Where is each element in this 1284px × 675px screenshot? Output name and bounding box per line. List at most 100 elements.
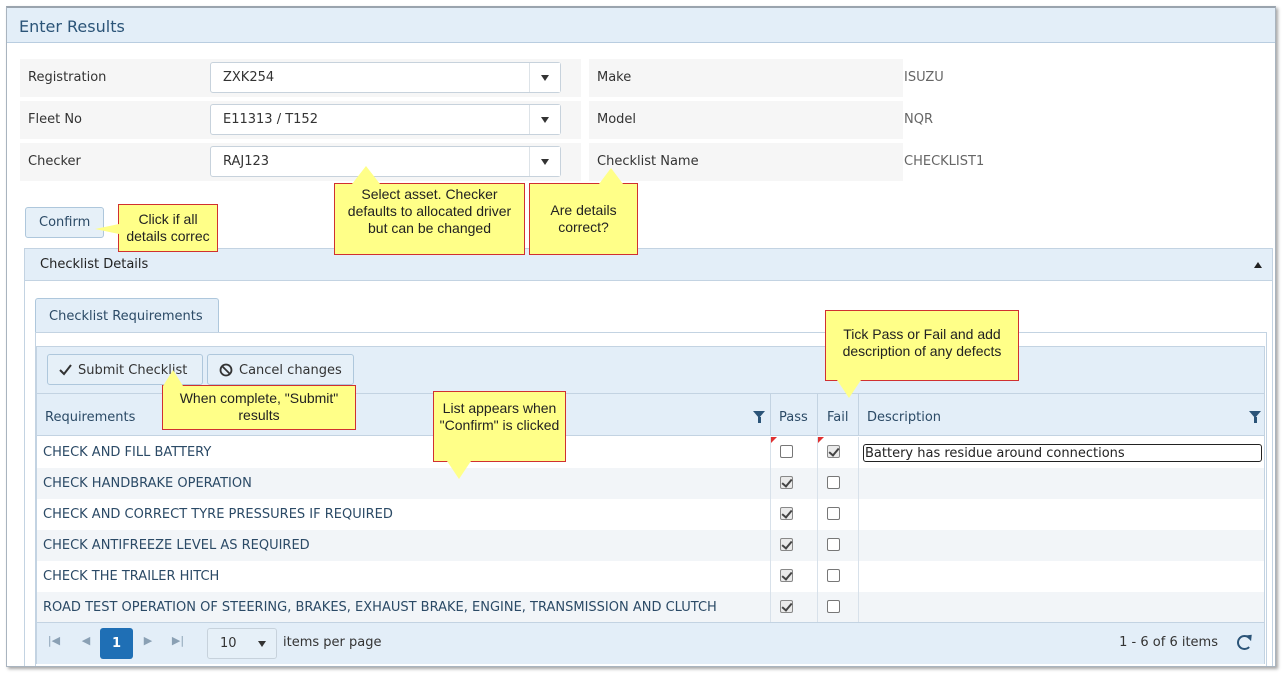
callout-tail bbox=[599, 168, 623, 184]
fail-checkbox[interactable] bbox=[827, 538, 840, 551]
checklist-name-row: Checklist Name bbox=[589, 143, 903, 181]
dirty-marker bbox=[818, 437, 824, 443]
current-page-button[interactable]: 1 bbox=[100, 628, 133, 659]
fleet-no-combobox[interactable]: E11313 / T152 bbox=[210, 104, 561, 135]
model-value: NQR bbox=[904, 112, 933, 127]
description-cell[interactable] bbox=[858, 530, 1264, 561]
description-cell[interactable]: Battery has residue around connections bbox=[858, 437, 1264, 468]
requirement-text: CHECK ANTIFREEZE LEVEL AS REQUIRED bbox=[43, 538, 310, 553]
fleet-no-label: Fleet No bbox=[28, 112, 82, 127]
filter-icon[interactable] bbox=[753, 411, 765, 423]
table-row[interactable]: CHECK AND CORRECT TYRE PRESSURES IF REQU… bbox=[37, 499, 1264, 530]
pass-checkbox[interactable] bbox=[780, 569, 793, 582]
callout-select-asset: Select asset. Checker defaults to alloca… bbox=[334, 183, 525, 255]
title-bar: Enter Results bbox=[7, 8, 1275, 43]
column-requirements[interactable]: Requirements bbox=[37, 394, 771, 436]
table-row[interactable]: CHECK HANDBRAKE OPERATION bbox=[37, 468, 1264, 499]
page-size-value: 10 bbox=[220, 636, 237, 651]
callout-details: Are details correct? bbox=[529, 183, 638, 255]
requirement-text: CHECK AND FILL BATTERY bbox=[43, 445, 212, 460]
requirement-text: CHECK THE TRAILER HITCH bbox=[43, 569, 220, 584]
requirement-cell: CHECK ANTIFREEZE LEVEL AS REQUIRED bbox=[37, 530, 771, 561]
chevron-down-icon[interactable] bbox=[529, 105, 560, 134]
pass-checkbox[interactable] bbox=[780, 538, 793, 551]
requirement-cell: CHECK AND CORRECT TYRE PRESSURES IF REQU… bbox=[37, 499, 771, 530]
registration-label: Registration bbox=[28, 70, 107, 85]
pass-cell bbox=[771, 592, 818, 623]
fail-checkbox[interactable] bbox=[827, 600, 840, 613]
requirement-cell: ROAD TEST OPERATION OF STEERING, BRAKES,… bbox=[37, 592, 771, 623]
requirement-cell: CHECK THE TRAILER HITCH bbox=[37, 561, 771, 592]
make-value: ISUZU bbox=[904, 70, 944, 85]
first-page-icon[interactable]: |◀ bbox=[45, 634, 63, 647]
tab-content: Submit Checklist Cancel changes Requirem… bbox=[35, 332, 1267, 666]
dirty-marker bbox=[771, 437, 777, 443]
table-row[interactable]: CHECK AND FILL BATTERY Battery has residu… bbox=[37, 437, 1264, 468]
fail-checkbox[interactable] bbox=[827, 445, 840, 458]
confirm-button-label: Confirm bbox=[39, 215, 91, 230]
pass-cell bbox=[771, 499, 818, 530]
fail-cell bbox=[818, 499, 858, 530]
collapse-caret-icon[interactable] bbox=[1254, 262, 1262, 268]
pass-cell bbox=[771, 530, 818, 561]
pass-checkbox[interactable] bbox=[780, 600, 793, 613]
prev-page-icon[interactable]: ◀ bbox=[77, 634, 95, 647]
column-requirements-label: Requirements bbox=[45, 410, 136, 425]
pass-checkbox[interactable] bbox=[780, 445, 793, 458]
filter-icon[interactable] bbox=[1249, 411, 1261, 423]
fail-checkbox[interactable] bbox=[827, 569, 840, 582]
chevron-down-icon bbox=[258, 641, 266, 647]
next-page-icon[interactable]: ▶ bbox=[139, 634, 157, 647]
page-size-select[interactable]: 10 bbox=[207, 628, 277, 659]
pass-checkbox[interactable] bbox=[780, 507, 793, 520]
checklist-name-value: CHECKLIST1 bbox=[904, 154, 985, 169]
cancel-changes-label: Cancel changes bbox=[239, 363, 342, 378]
pass-cell bbox=[771, 561, 818, 592]
table-row[interactable]: CHECK ANTIFREEZE LEVEL AS REQUIRED bbox=[37, 530, 1264, 561]
fail-cell bbox=[818, 530, 858, 561]
enter-results-window: Enter Results Registration ZXK254 Fleet … bbox=[6, 6, 1276, 667]
callout-tick: Tick Pass or Fail and add description of… bbox=[825, 310, 1019, 381]
description-input[interactable]: Battery has residue around connections bbox=[863, 444, 1262, 462]
table-row[interactable]: ROAD TEST OPERATION OF STEERING, BRAKES,… bbox=[37, 592, 1264, 623]
fail-checkbox[interactable] bbox=[827, 476, 840, 489]
description-cell[interactable] bbox=[858, 499, 1264, 530]
panel-title: Checklist Details bbox=[40, 257, 149, 272]
description-cell[interactable] bbox=[858, 592, 1264, 623]
pass-cell bbox=[771, 437, 818, 468]
registration-combobox[interactable]: ZXK254 bbox=[210, 62, 561, 93]
items-per-page-label: items per page bbox=[283, 635, 382, 650]
callout-tail bbox=[352, 166, 380, 184]
requirement-cell: CHECK AND FILL BATTERY bbox=[37, 437, 771, 468]
last-page-icon[interactable]: ▶| bbox=[169, 634, 187, 647]
callout-confirm: Click if all details correc bbox=[118, 204, 218, 252]
fail-checkbox[interactable] bbox=[827, 507, 840, 520]
panel-header[interactable]: Checklist Details bbox=[25, 249, 1272, 281]
callout-tail bbox=[163, 370, 183, 386]
make-label: Make bbox=[597, 70, 632, 85]
column-pass[interactable]: Pass bbox=[771, 394, 818, 436]
column-description[interactable]: Description bbox=[858, 394, 1264, 436]
make-row: Make bbox=[589, 59, 903, 97]
checker-combobox[interactable]: RAJ123 bbox=[210, 146, 561, 177]
callout-tail bbox=[95, 224, 119, 234]
description-cell[interactable] bbox=[858, 561, 1264, 592]
checker-label: Checker bbox=[28, 154, 81, 169]
cancel-icon bbox=[219, 363, 233, 377]
pass-cell bbox=[771, 468, 818, 499]
chevron-down-icon[interactable] bbox=[529, 63, 560, 92]
column-fail[interactable]: Fail bbox=[818, 394, 858, 436]
description-cell[interactable] bbox=[858, 468, 1264, 499]
table-row[interactable]: CHECK THE TRAILER HITCH bbox=[37, 561, 1264, 592]
cancel-changes-button[interactable]: Cancel changes bbox=[207, 354, 354, 385]
chevron-down-icon[interactable] bbox=[529, 147, 560, 176]
column-fail-label: Fail bbox=[827, 410, 849, 425]
tab-label: Checklist Requirements bbox=[49, 309, 203, 324]
confirm-button[interactable]: Confirm bbox=[25, 207, 104, 238]
column-pass-label: Pass bbox=[779, 410, 808, 425]
refresh-icon[interactable] bbox=[1237, 635, 1252, 650]
callout-tail bbox=[447, 461, 471, 479]
pass-checkbox[interactable] bbox=[780, 476, 793, 489]
tab-checklist-requirements[interactable]: Checklist Requirements bbox=[35, 298, 219, 333]
fail-cell bbox=[818, 561, 858, 592]
